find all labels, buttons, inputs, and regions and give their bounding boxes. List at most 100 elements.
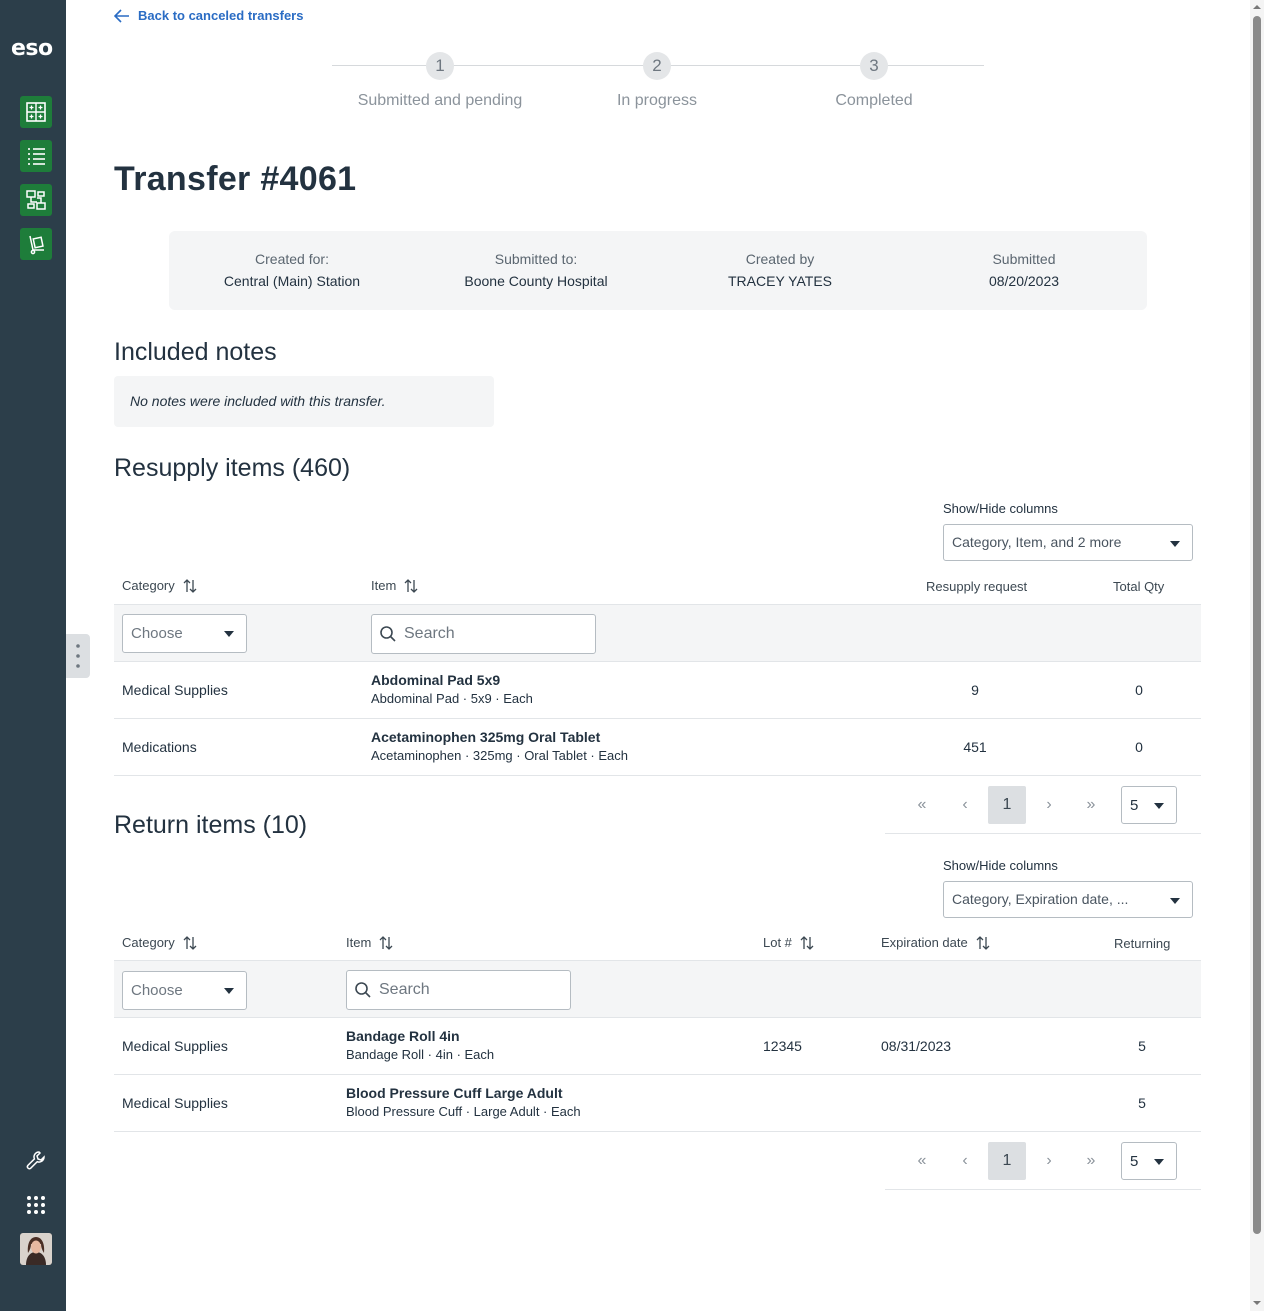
page-1-button[interactable]: 1: [988, 1142, 1026, 1180]
return-showhide-select[interactable]: Category, Expiration date, ...: [943, 881, 1193, 918]
submitted-date: Submitted 08/20/2023: [904, 251, 1144, 289]
row-item-detail: Abdominal Pad · 5x9 · Each: [371, 691, 533, 706]
row-item-detail: Bandage Roll · 4in · Each: [346, 1047, 495, 1062]
table-row[interactable]: Medications Acetaminophen 325mg Oral Tab…: [114, 718, 1201, 775]
avatar-photo: [20, 1233, 52, 1265]
item-search-placeholder: Search: [404, 625, 455, 642]
nav-transfers-button[interactable]: [20, 184, 52, 216]
sort-icon[interactable]: [183, 935, 197, 950]
back-link-label: Back to canceled transfers: [138, 8, 304, 23]
row-returning: 5: [1138, 1095, 1146, 1111]
col-item[interactable]: Item: [371, 578, 418, 593]
step-in-progress: 2 In progress: [537, 52, 777, 110]
tools-button[interactable]: [20, 1145, 52, 1177]
item-search-input[interactable]: Search: [371, 614, 596, 654]
user-avatar[interactable]: [20, 1233, 52, 1265]
first-page-button[interactable]: «: [903, 786, 941, 824]
chevron-down-icon: [1154, 803, 1164, 809]
apps-button[interactable]: [20, 1189, 52, 1221]
row-item: Acetaminophen 325mg Oral Tablet Acetamin…: [371, 729, 628, 763]
prev-page-button[interactable]: ‹: [946, 1142, 984, 1180]
resupply-showhide-label: Show/Hide columns: [943, 501, 1058, 516]
resupply-showhide-select[interactable]: Category, Item, and 2 more: [943, 524, 1193, 561]
medical-grid-icon: [26, 102, 46, 122]
step-number: 3: [860, 52, 888, 80]
return-showhide-value: Category, Expiration date, ...: [952, 891, 1129, 907]
app-sidebar: eso: [0, 0, 66, 1311]
resupply-heading: Resupply items (460): [114, 454, 351, 482]
search-icon: [380, 626, 396, 642]
next-page-button[interactable]: ›: [1030, 786, 1068, 824]
scrollbar[interactable]: [1250, 0, 1264, 1311]
first-page-button[interactable]: «: [903, 1142, 941, 1180]
page-1-button[interactable]: 1: [988, 786, 1026, 824]
step-label: Submitted and pending: [357, 92, 523, 109]
category-filter-select[interactable]: Choose: [122, 614, 247, 653]
row-category: Medical Supplies: [122, 1038, 228, 1054]
hand-truck-icon: [29, 235, 44, 255]
row-item: Bandage Roll 4in Bandage Roll · 4in · Ea…: [346, 1028, 494, 1062]
scroll-down-icon[interactable]: [1253, 1299, 1261, 1307]
table-row[interactable]: Medical Supplies Blood Pressure Cuff Lar…: [114, 1074, 1201, 1131]
category-filter-value: Choose: [131, 982, 183, 999]
created-for-label: Created for:: [255, 251, 329, 267]
sort-icon[interactable]: [404, 578, 418, 593]
submitted-label: Submitted: [992, 251, 1056, 267]
submitted-value: 08/20/2023: [988, 273, 1060, 289]
nav-inventory-button[interactable]: [20, 96, 52, 128]
nav-list-button[interactable]: [20, 140, 52, 172]
arrow-left-icon: [114, 8, 129, 23]
table-row[interactable]: Medical Supplies Abdominal Pad 5x9 Abdom…: [114, 661, 1201, 718]
row-item-detail: Acetaminophen · 325mg · Oral Tablet · Ea…: [371, 748, 629, 763]
nav-cart-button[interactable]: [20, 228, 52, 260]
col-expiration-label: Expiration date: [881, 935, 968, 950]
row-item-name: Bandage Roll 4in: [346, 1028, 460, 1044]
col-expiration[interactable]: Expiration date: [881, 935, 990, 950]
row-item: Abdominal Pad 5x9 Abdominal Pad · 5x9 · …: [371, 672, 533, 706]
list-icon: [28, 148, 45, 165]
sort-icon[interactable]: [800, 935, 814, 950]
sort-icon[interactable]: [183, 578, 197, 593]
last-page-button[interactable]: »: [1072, 786, 1110, 824]
chevron-down-icon: [1154, 1159, 1164, 1165]
back-link[interactable]: Back to canceled transfers: [114, 8, 303, 23]
col-category[interactable]: Category: [122, 578, 197, 593]
page-size-select[interactable]: 5: [1121, 1142, 1177, 1180]
col-category[interactable]: Category: [122, 935, 197, 950]
row-item-name: Blood Pressure Cuff Large Adult: [346, 1085, 563, 1101]
chevron-down-icon: [1170, 541, 1180, 547]
col-item-label: Item: [371, 578, 397, 593]
next-page-button[interactable]: ›: [1030, 1142, 1068, 1180]
row-returning: 5: [1138, 1038, 1146, 1054]
return-filter-row: Choose Search: [114, 960, 1201, 1017]
table-row[interactable]: Medical Supplies Bandage Roll 4in Bandag…: [114, 1017, 1201, 1074]
col-total-qty-label: Total Qty: [1113, 579, 1165, 594]
prev-page-button[interactable]: ‹: [946, 786, 984, 824]
last-page-button[interactable]: »: [1072, 1142, 1110, 1180]
resupply-pagination: « ‹ 1 › » 5: [885, 786, 1201, 834]
category-filter-select[interactable]: Choose: [122, 971, 247, 1010]
collapse-handle[interactable]: [66, 634, 90, 678]
scroll-up-icon[interactable]: [1253, 3, 1261, 11]
row-category: Medical Supplies: [122, 682, 228, 698]
col-category-label: Category: [122, 935, 175, 950]
created-by-label: Created by: [745, 251, 815, 267]
sort-icon[interactable]: [976, 935, 990, 950]
row-item-name: Abdominal Pad 5x9: [371, 672, 501, 688]
col-resupply-request-label: Resupply request: [926, 579, 1028, 594]
return-heading: Return items (10): [114, 811, 308, 839]
chevron-down-icon: [224, 988, 234, 994]
row-item-detail: Blood Pressure Cuff · Large Adult · Each: [346, 1104, 581, 1119]
col-lot[interactable]: Lot #: [763, 935, 814, 950]
col-resupply-request: Resupply request: [926, 579, 1027, 594]
col-lot-label: Lot #: [763, 935, 792, 950]
item-search-input[interactable]: Search: [346, 970, 571, 1010]
resupply-showhide-value: Category, Item, and 2 more: [952, 534, 1122, 550]
page-size-select[interactable]: 5: [1121, 786, 1177, 824]
return-showhide-label: Show/Hide columns: [943, 858, 1058, 873]
col-item[interactable]: Item: [346, 935, 393, 950]
row-item-name: Acetaminophen 325mg Oral Tablet: [371, 729, 601, 745]
scroll-thumb[interactable]: [1253, 16, 1261, 1234]
more-vertical-icon: [76, 644, 80, 668]
sort-icon[interactable]: [379, 935, 393, 950]
